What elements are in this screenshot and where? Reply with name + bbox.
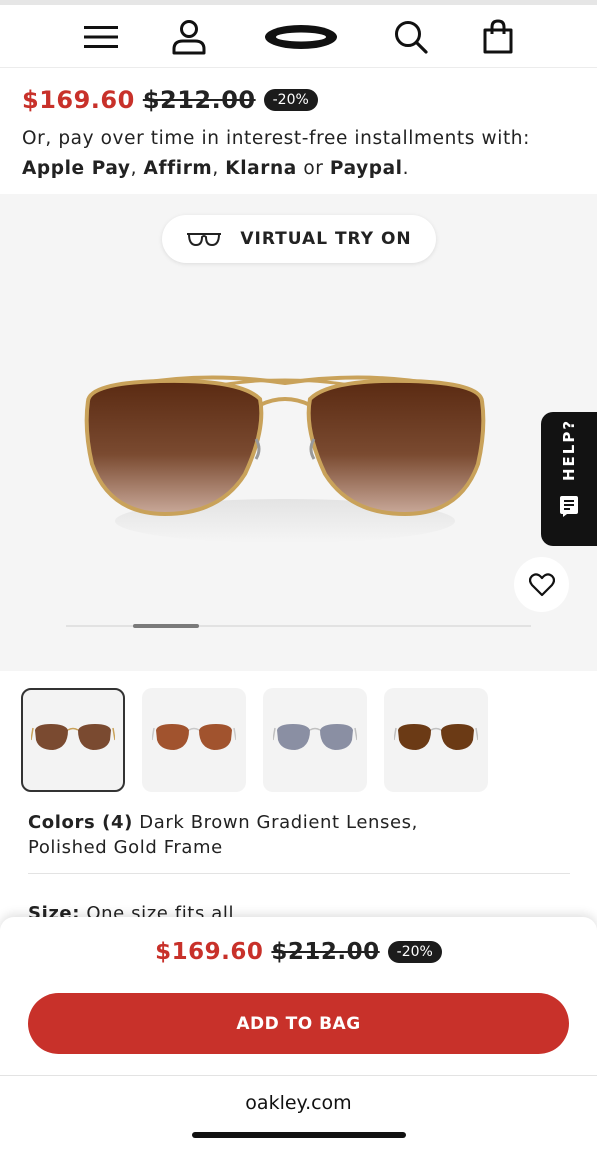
variant-sunglasses-image [394, 724, 478, 750]
sheet-discount-badge: -20% [387, 941, 442, 963]
wishlist-button[interactable] [514, 557, 569, 612]
product-sunglasses-image [84, 375, 486, 543]
sticky-add-to-bag-sheet: $169.60 $212.00 -20% ADD TO BAG oakley.c… [0, 917, 597, 1149]
chat-icon [560, 496, 578, 517]
sheet-original-price: $212.00 [271, 939, 380, 965]
color-variant-thumb[interactable] [384, 688, 488, 792]
variant-sunglasses-image [152, 724, 236, 750]
affirm-link[interactable]: Affirm [144, 158, 213, 179]
original-price: $212.00 [142, 86, 256, 114]
help-tab[interactable]: HELP? [541, 412, 597, 546]
help-label: HELP? [560, 418, 578, 482]
glasses-outline-icon [187, 233, 222, 246]
virtual-try-on-label: VIRTUAL TRY ON [240, 229, 412, 249]
browser-address-bar[interactable]: oakley.com [0, 1075, 597, 1149]
installments-intro: Or, pay over time in interest-free insta… [22, 128, 530, 149]
klarna-link[interactable]: Klarna [225, 158, 297, 179]
installments-end: . [402, 158, 410, 179]
colors-count-label: Colors (4) [28, 812, 133, 833]
sheet-sale-price: $169.60 [155, 939, 264, 965]
browser-url[interactable]: oakley.com [0, 1092, 597, 1114]
menu-icon[interactable] [83, 19, 119, 55]
heart-icon [528, 572, 555, 596]
account-icon[interactable] [171, 19, 207, 55]
site-header [0, 5, 597, 68]
selected-color-info: Colors (4) Dark Brown Gradient Lenses, P… [28, 810, 498, 860]
add-to-bag-button[interactable]: ADD TO BAG [28, 993, 569, 1054]
divider [28, 873, 570, 874]
product-image-carousel[interactable]: VIRTUAL TRY ON HELP? [0, 194, 597, 671]
paypal-link[interactable]: Paypal [330, 158, 403, 179]
color-variant-thumb[interactable] [142, 688, 246, 792]
home-indicator[interactable] [192, 1132, 406, 1138]
oakley-logo[interactable] [264, 19, 338, 55]
bag-icon[interactable] [480, 19, 516, 55]
installments-or: or [303, 158, 324, 179]
variant-sunglasses-image [31, 724, 115, 750]
discount-badge: -20% [263, 89, 318, 111]
color-variant-thumb[interactable] [263, 688, 367, 792]
installments-separator: , [212, 158, 219, 179]
variant-sunglasses-image [273, 724, 357, 750]
apple-pay-link[interactable]: Apple Pay [22, 158, 131, 179]
search-icon[interactable] [393, 19, 429, 55]
sheet-price-row: $169.60 $212.00 -20% [0, 939, 597, 965]
carousel-scroll-indicator[interactable] [133, 624, 199, 628]
sale-price: $169.60 [22, 86, 135, 114]
virtual-try-on-button[interactable]: VIRTUAL TRY ON [162, 215, 436, 263]
installments-text: Or, pay over time in interest-free insta… [22, 124, 582, 184]
color-variant-thumb[interactable] [21, 688, 125, 792]
color-variant-list [21, 688, 505, 792]
installments-separator: , [130, 158, 138, 179]
price-row: $169.60 $212.00 -20% [22, 86, 318, 114]
